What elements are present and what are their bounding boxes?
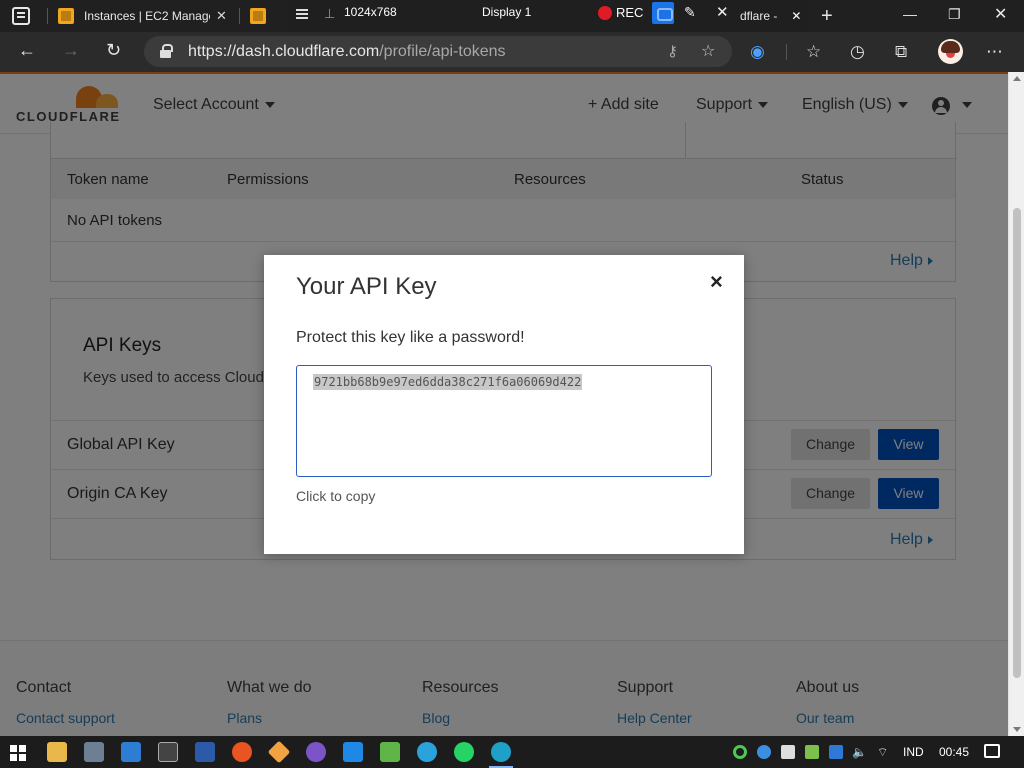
ubuntu-icon[interactable] <box>232 742 252 762</box>
tab-separator <box>47 8 48 24</box>
tray-app-icon[interactable] <box>829 745 843 759</box>
tab-title: dflare - <box>740 9 778 23</box>
profile-avatar[interactable] <box>938 39 963 64</box>
tray-app-icon[interactable] <box>805 745 819 759</box>
tab-actions-icon[interactable] <box>12 7 30 25</box>
toolbar-separator <box>786 44 787 60</box>
file-explorer-icon[interactable] <box>47 742 67 762</box>
tab-title: Instances | EC2 Manage <box>84 9 210 23</box>
menu-icon[interactable] <box>296 9 308 11</box>
url-text[interactable]: https://dash.cloudflare.com/profile/api-… <box>188 43 506 61</box>
api-key-value[interactable]: 9721bb68b9e97ed6dda38c271f6a06069d422 <box>313 374 583 390</box>
node-icon[interactable] <box>380 742 400 762</box>
add-favorite-icon[interactable]: ☆ <box>701 41 715 61</box>
favorites-icon[interactable]: ☆ <box>806 42 821 62</box>
tab-close-icon[interactable]: ✕ <box>216 8 227 24</box>
tab-cloudflare[interactable]: dflare - ✕ <box>740 0 801 32</box>
page-scrollbar[interactable] <box>1008 72 1024 736</box>
recorder-rec-label[interactable]: REC <box>616 5 643 20</box>
window-close-icon[interactable]: ✕ <box>994 4 1007 24</box>
address-bar[interactable]: https://dash.cloudflare.com/profile/api-… <box>144 36 732 67</box>
window-restore-icon[interactable]: ❐ <box>948 6 961 23</box>
browser-toolbar: ← → ↻ https://dash.cloudflare.com/profil… <box>0 32 1024 72</box>
scrollbar-thumb[interactable] <box>1013 208 1021 678</box>
tray-status-icon[interactable] <box>733 745 747 759</box>
git-icon[interactable] <box>267 740 291 764</box>
back-arrow-icon[interactable]: ← <box>18 40 36 61</box>
telegram-icon[interactable] <box>417 742 437 762</box>
windows-start-icon[interactable] <box>10 745 26 761</box>
record-dot-icon[interactable] <box>598 6 612 20</box>
api-key-textarea[interactable]: 9721bb68b9e97ed6dda38c271f6a06069d422 <box>296 365 712 477</box>
modal-warning: Protect this key like a password! <box>296 329 525 346</box>
lock-icon[interactable] <box>160 44 173 58</box>
input-language[interactable]: IND <box>903 745 924 759</box>
windows-taskbar: 🔈 ⌔ IND 00:45 <box>0 736 1024 768</box>
recorder-display[interactable]: Display 1 <box>482 5 531 19</box>
history-icon[interactable]: ◷ <box>850 42 865 62</box>
wifi-icon[interactable]: ⌔ <box>877 745 888 760</box>
more-menu-icon[interactable]: ⋯ <box>986 42 1003 62</box>
tab-separator <box>239 8 240 24</box>
github-icon[interactable] <box>306 742 326 762</box>
aws-favicon-icon <box>58 8 74 24</box>
pin-icon[interactable]: ⊥ <box>324 6 335 22</box>
recorder-close-icon[interactable]: ✕ <box>716 3 729 21</box>
whatsapp-icon[interactable] <box>454 742 474 762</box>
page-content: CLOUDFLARE Select Account + Add site Sup… <box>0 72 1008 736</box>
edge-icon[interactable] <box>489 742 513 768</box>
app-icon[interactable] <box>84 742 104 762</box>
api-key-modal: Your API Key × Protect this key like a p… <box>264 255 744 554</box>
powershell-icon[interactable] <box>195 742 215 762</box>
url-path: /profile/api-tokens <box>379 43 506 60</box>
scroll-up-arrow-icon[interactable] <box>1013 76 1021 81</box>
close-icon[interactable]: × <box>710 269 723 295</box>
forward-arrow-icon[interactable]: → <box>62 40 80 61</box>
vscode-icon[interactable] <box>343 742 363 762</box>
tab-ec2-instances[interactable]: Instances | EC2 Manage ✕ <box>58 0 234 32</box>
clock-time[interactable]: 00:45 <box>939 745 969 759</box>
screen-recorder-toolbar: ⊥ 1024x768 Display 1 REC ✎ ✕ <box>288 0 808 30</box>
terminal-icon[interactable] <box>158 742 178 762</box>
collections-icon[interactable]: ⧉ <box>895 42 907 62</box>
key-icon[interactable]: ⚷ <box>667 42 678 60</box>
url-host: https://dash.cloudflare.com <box>188 43 380 60</box>
notification-icon[interactable] <box>984 744 1000 758</box>
tray-app-icon[interactable] <box>781 745 795 759</box>
camera-icon[interactable] <box>652 2 674 24</box>
tray-app-icon[interactable] <box>757 745 771 759</box>
refresh-icon[interactable]: ↻ <box>106 40 121 61</box>
window-minimize-icon[interactable]: — <box>903 6 917 22</box>
tab-aws-second[interactable] <box>250 0 286 32</box>
aws-favicon-icon <box>250 8 266 24</box>
browser-tab-strip: Instances | EC2 Manage ✕ ⊥ 1024x768 Disp… <box>0 0 1024 32</box>
app-icon[interactable] <box>121 742 141 762</box>
recorder-resolution: 1024x768 <box>344 5 397 19</box>
volume-icon[interactable]: 🔈 <box>852 745 867 759</box>
tab-close-icon[interactable]: ✕ <box>791 9 801 23</box>
modal-title: Your API Key <box>296 273 437 300</box>
click-to-copy-hint: Click to copy <box>296 488 376 504</box>
new-tab-plus-icon[interactable]: + <box>821 5 833 28</box>
pencil-icon[interactable]: ✎ <box>684 4 696 21</box>
extension-icon[interactable]: ◉ <box>750 42 765 62</box>
scroll-down-arrow-icon[interactable] <box>1013 727 1021 732</box>
